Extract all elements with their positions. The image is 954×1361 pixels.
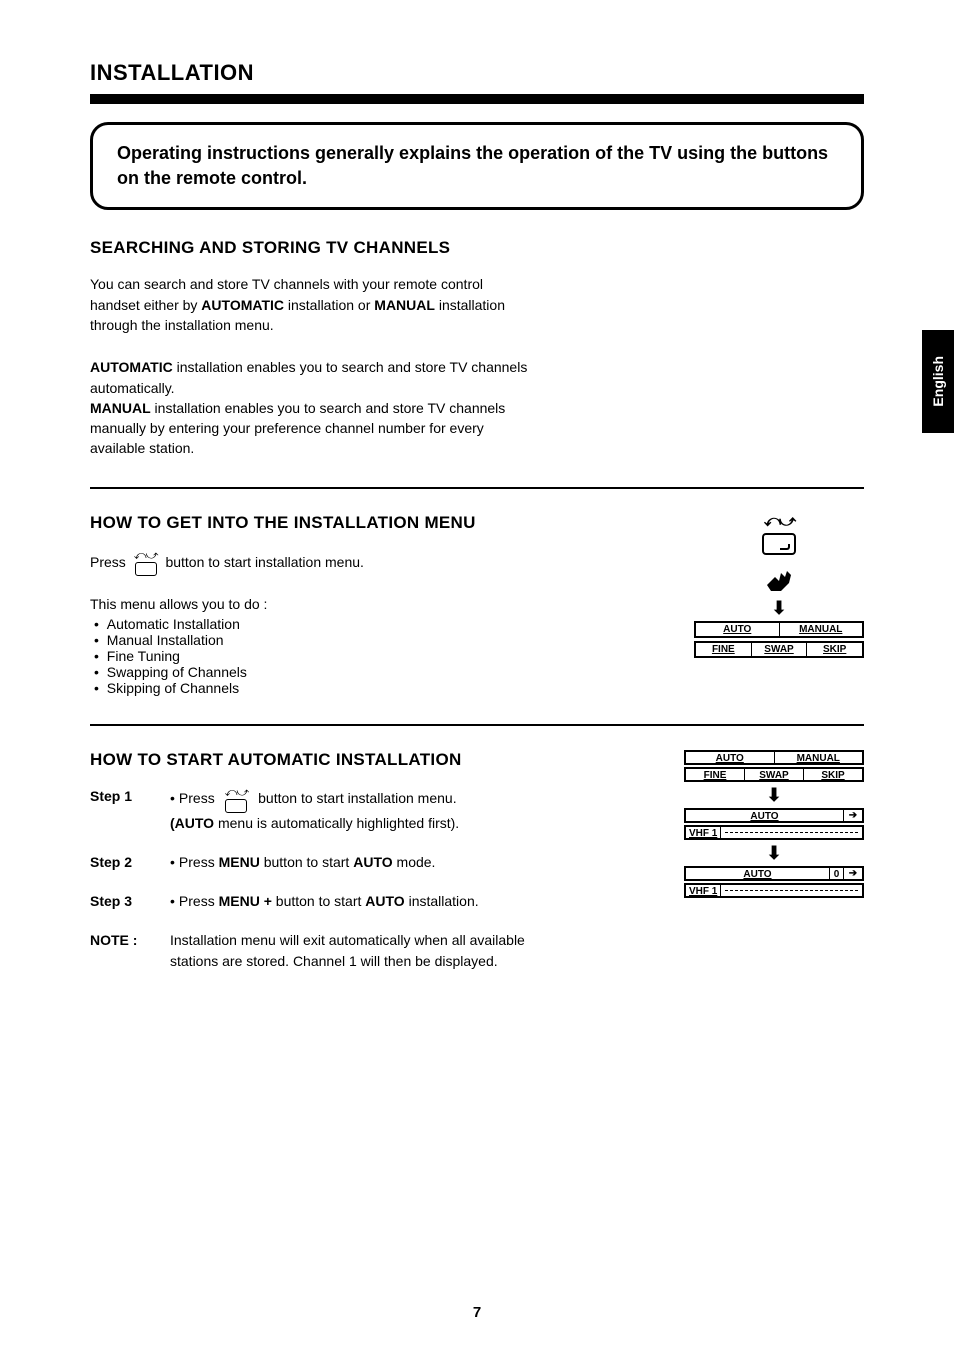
install-menu-diagram: ⤺⤻ ⬇ AUTO MANUAL FINE SWAP SKIP — [694, 513, 864, 661]
text-bold: AUTO — [353, 854, 392, 870]
osd-row: AUTO MANUAL — [684, 750, 864, 765]
right-arrow-icon: ➔ — [844, 868, 862, 879]
osd-cell: VHF 1 — [686, 885, 721, 896]
text: mode. — [393, 854, 436, 870]
install-button-icon: ⤺⤻ — [134, 549, 158, 576]
osd-cell: SWAP — [745, 769, 804, 780]
osd-cell: AUTO — [686, 810, 844, 821]
step-label: Step 2 — [90, 852, 170, 873]
osd-cell: SKIP — [807, 643, 862, 656]
list-item: Automatic Installation — [94, 616, 476, 632]
title-underline-bar — [90, 94, 864, 104]
step-label: Step 1 — [90, 786, 170, 807]
heading-get-into-menu: HOW TO GET INTO THE INSTALLATION MENU — [90, 513, 476, 533]
osd-row: VHF 1 — [684, 883, 864, 898]
menu-capabilities-intro: This menu allows you to do : — [90, 596, 476, 612]
section-divider — [90, 724, 864, 726]
osd-cell: FINE — [696, 643, 752, 656]
step-3-row: Step 3 •Press MENU + button to start AUT… — [90, 891, 550, 912]
osd-cell: AUTO — [686, 868, 830, 879]
section-divider — [90, 487, 864, 489]
osd-cell: VHF 1 — [686, 827, 721, 838]
step-label: Step 3 — [90, 891, 170, 912]
text-bold: MENU — [219, 854, 260, 870]
text: button to start — [260, 854, 353, 870]
text: Press — [179, 854, 219, 870]
pointing-hand-icon — [761, 563, 797, 593]
list-item: Swapping of Channels — [94, 664, 476, 680]
page-number: 7 — [0, 1304, 954, 1321]
text: menu is automatically highlighted first)… — [214, 815, 459, 831]
text-bold: AUTOMATIC — [90, 359, 173, 375]
searching-paragraph-1: You can search and store TV channels wit… — [90, 274, 530, 335]
press-suffix: button to start installation menu. — [165, 554, 363, 570]
osd-row: VHF 1 — [684, 825, 864, 840]
press-instruction: Press ⤺⤻ button to start installation me… — [90, 549, 476, 576]
step-2-row: Step 2 •Press MENU button to start AUTO … — [90, 852, 550, 873]
text-bold: MANUAL — [374, 297, 435, 313]
auto-install-diagram: AUTO MANUAL FINE SWAP SKIP ⬇ AUTO ➔ VHF … — [684, 750, 864, 900]
list-item: Fine Tuning — [94, 648, 476, 664]
text: installation. — [405, 893, 479, 909]
osd-row: FINE SWAP SKIP — [684, 767, 864, 782]
text-bold: MENU + — [219, 893, 272, 909]
press-label: Press — [90, 554, 126, 570]
note-content: Installation menu will exit automaticall… — [170, 930, 550, 972]
step-content: •Press MENU + button to start AUTO insta… — [170, 891, 550, 912]
heading-searching-storing: SEARCHING AND STORING TV CHANNELS — [90, 238, 864, 258]
text-bold: (AUTO — [170, 815, 214, 831]
text: installation or — [284, 297, 374, 313]
text: button to start — [272, 893, 365, 909]
text: installation enables you to search and s… — [90, 400, 505, 457]
right-arrow-icon: ➔ — [844, 810, 862, 821]
heading-start-auto-install: HOW TO START AUTOMATIC INSTALLATION — [90, 750, 550, 770]
osd-cell: FINE — [686, 769, 745, 780]
osd-cell: SWAP — [752, 643, 808, 656]
osd-cell: SKIP — [804, 769, 862, 780]
note-label: NOTE : — [90, 930, 170, 951]
step-content: •Press ⤺⤻ button to start installation m… — [170, 786, 550, 834]
intro-callout-box: Operating instructions generally explain… — [90, 122, 864, 210]
install-button-icon-large: ⤺⤻ — [694, 513, 864, 555]
menu-capabilities-list: Automatic Installation Manual Installati… — [90, 616, 476, 696]
language-tab-label: English — [930, 356, 946, 407]
osd-cell: MANUAL — [780, 623, 863, 636]
osd-cell: AUTO — [696, 623, 780, 636]
osd-row: AUTO 0 ➔ — [684, 866, 864, 881]
osd-row: AUTO ➔ — [684, 808, 864, 823]
note-row: NOTE : Installation menu will exit autom… — [90, 930, 550, 972]
text: button to start installation menu. — [258, 790, 456, 806]
osd-cell: MANUAL — [775, 752, 863, 763]
osd-cell: 0 — [830, 868, 844, 879]
text: Press — [179, 790, 215, 806]
searching-paragraph-2: AUTOMATIC installation enables you to se… — [90, 357, 530, 458]
down-arrow-icon: ⬇ — [694, 599, 864, 617]
osd-preview-row-1: AUTO MANUAL — [694, 621, 864, 638]
text: Press — [179, 893, 219, 909]
step-1-row: Step 1 •Press ⤺⤻ button to start install… — [90, 786, 550, 834]
install-button-icon: ⤺⤻ — [225, 786, 249, 813]
osd-preview-row-2: FINE SWAP SKIP — [694, 641, 864, 658]
step-content: •Press MENU button to start AUTO mode. — [170, 852, 550, 873]
tuning-ticks — [721, 827, 862, 838]
down-arrow-icon: ⬇ — [684, 786, 864, 804]
osd-cell: AUTO — [686, 752, 775, 763]
list-item: Skipping of Channels — [94, 680, 476, 696]
page-section-title: INSTALLATION — [90, 60, 864, 86]
text-bold: MANUAL — [90, 400, 151, 416]
tuning-ticks — [721, 885, 862, 896]
list-item: Manual Installation — [94, 632, 476, 648]
text-bold: AUTO — [365, 893, 404, 909]
text-bold: AUTOMATIC — [201, 297, 284, 313]
down-arrow-icon: ⬇ — [684, 844, 864, 862]
language-edge-tab: English — [922, 330, 954, 433]
